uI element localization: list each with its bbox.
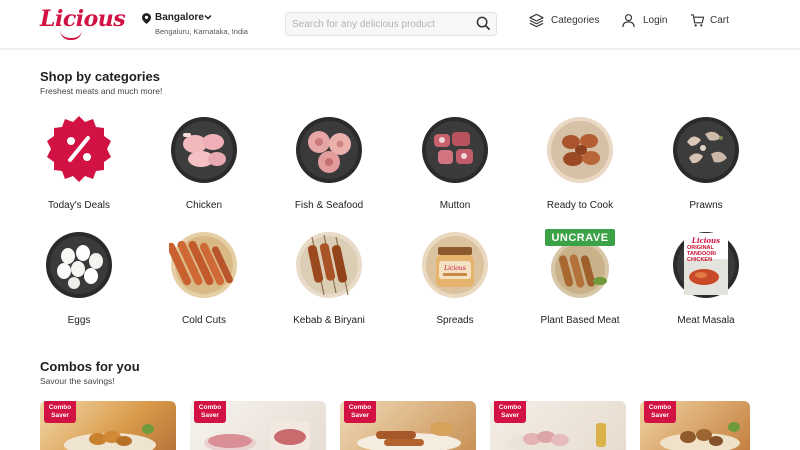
location-city: Bangalore (155, 12, 204, 23)
category-label: Meat Masala (677, 315, 735, 326)
chevron-down-icon (204, 14, 212, 20)
category-label: Mutton (439, 200, 471, 211)
search-icon[interactable] (476, 16, 491, 31)
categories-label: Categories (551, 15, 600, 26)
masala-pack-brand: Licious (691, 236, 721, 245)
ready-to-cook-plate-icon (547, 117, 613, 183)
category-label: Cold Cuts (182, 315, 226, 326)
combo-card[interactable]: Combo Saver (40, 401, 176, 450)
category-fish-seafood[interactable]: Fish & Seafood (284, 114, 374, 214)
combos-section-title: Combos for you (40, 359, 140, 374)
combo-saver-badge: Combo Saver (344, 401, 376, 423)
spread-jar-icon: Licious (422, 232, 488, 298)
cart-nav-button[interactable]: Cart (690, 13, 732, 31)
combo-card[interactable]: Combo Saver (490, 401, 626, 450)
percent-deal-badge-icon (47, 116, 111, 182)
layers-icon (529, 13, 544, 28)
masala-pack-text: ORIGINAL TANDOORI CHICKEN (687, 245, 716, 263)
category-todays-deals[interactable]: Today's Deals (34, 114, 124, 214)
mutton-plate-icon (422, 117, 488, 183)
combo-food-image (64, 424, 156, 450)
category-label: Prawns (689, 200, 723, 211)
category-label: Plant Based Meat (540, 315, 620, 326)
category-label: Today's Deals (48, 200, 110, 211)
category-plant-based-meat[interactable]: UNCRAVE Plant Based Meat (535, 229, 625, 344)
category-spreads[interactable]: Licious Spreads (410, 229, 500, 329)
combo-card[interactable]: Combo Saver (640, 401, 750, 450)
combo-card[interactable]: Combo Saver (190, 401, 326, 450)
category-kebab-biryani[interactable]: Kebab & Biryani (284, 229, 374, 329)
user-icon (622, 14, 635, 28)
category-label: Eggs (67, 315, 91, 326)
fish-plate-icon (296, 117, 362, 183)
eggs-plate-icon (46, 232, 112, 298)
chicken-plate-icon (171, 117, 237, 183)
category-eggs[interactable]: Eggs (34, 229, 124, 329)
sausages-plate-icon (169, 232, 237, 298)
top-header: Licious Bangalore Bengaluru, Karnataka, … (0, 0, 800, 49)
category-chicken[interactable]: Chicken (159, 114, 249, 214)
prawns-plate-icon (673, 117, 739, 183)
login-label: Login (643, 15, 668, 26)
svg-text:Licious: Licious (443, 265, 466, 272)
combo-saver-badge: Combo Saver (194, 401, 226, 423)
category-label: Spreads (436, 315, 474, 326)
location-pin-icon (142, 13, 151, 24)
cart-label: Cart (710, 15, 729, 26)
categories-section-subtitle: Freshest meats and much more! (40, 86, 163, 96)
categories-section-title: Shop by categories (40, 69, 160, 84)
login-nav-button[interactable]: Login (621, 13, 667, 31)
combo-saver-badge: Combo Saver (644, 401, 676, 423)
cart-icon (690, 14, 705, 27)
logo-smile-icon (60, 30, 82, 40)
search-input[interactable] (292, 16, 467, 32)
category-label: Kebab & Biryani (293, 315, 365, 326)
licious-logo[interactable]: Licious (40, 6, 126, 40)
categories-nav-button[interactable]: Categories (529, 13, 599, 31)
logo-text: Licious (40, 6, 126, 32)
uncrave-badge: UNCRAVE (551, 232, 609, 244)
category-cold-cuts[interactable]: Cold Cuts (159, 229, 249, 329)
category-label: Fish & Seafood (294, 200, 364, 211)
combos-section-subtitle: Savour the savings! (40, 376, 115, 386)
search-bar (285, 12, 497, 36)
location-detail: Bengaluru, Karnataka, India (155, 27, 248, 36)
category-ready-to-cook[interactable]: Ready to Cook (535, 114, 625, 214)
combo-saver-badge: Combo Saver (494, 401, 526, 423)
combo-saver-badge: Combo Saver (44, 401, 76, 423)
category-meat-masala[interactable]: Licious ORIGINAL TANDOORI CHICKEN Meat M… (661, 229, 751, 329)
category-label: Chicken (185, 200, 223, 211)
category-label: Ready to Cook (546, 200, 614, 211)
category-mutton[interactable]: Mutton (410, 114, 500, 214)
combo-card[interactable]: Combo Saver (340, 401, 476, 450)
kebab-plate-icon (296, 232, 362, 298)
category-prawns[interactable]: Prawns (661, 114, 751, 214)
